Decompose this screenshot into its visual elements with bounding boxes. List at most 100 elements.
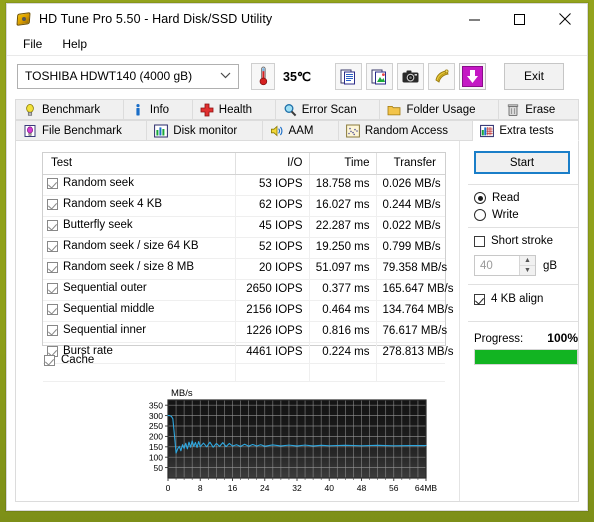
tab-info[interactable]: Info: [123, 99, 193, 120]
menu-help[interactable]: Help: [54, 35, 97, 54]
progress-label: Progress:: [474, 333, 524, 345]
options-button[interactable]: [427, 62, 455, 90]
start-button[interactable]: Start: [474, 151, 570, 174]
maximize-button[interactable]: [497, 5, 542, 34]
table-row[interactable]: Random seek / size 64 KB 52 IOPS 19.250 ms…: [43, 237, 445, 259]
row-time-cell: 51.097 ms: [309, 258, 377, 280]
row-checkbox[interactable]: [47, 324, 58, 336]
tab-error-scan[interactable]: Error Scan: [275, 99, 381, 120]
tab-file-benchmark-label: File Benchmark: [42, 124, 122, 137]
tab-benchmark[interactable]: Benchmark: [15, 99, 124, 120]
table-empty-row: [43, 363, 445, 382]
screenshot-button[interactable]: [396, 62, 424, 90]
row-test-label: Butterfly seek: [63, 218, 133, 231]
close-button[interactable]: [542, 5, 587, 34]
row-checkbox[interactable]: [47, 240, 58, 252]
burst-rate-graph: 50 100 150 200 250 300 350 0 8 16 24 32 40 48 56 64MB MB…: [126, 384, 446, 502]
menu-file[interactable]: File: [15, 35, 52, 54]
panel-right-controls: Start Read Write Short stroke 40 ▲ ▼ gB …: [459, 141, 578, 501]
table-row[interactable]: Random seek / size 8 MB 20 IOPS 51.097 ms 7…: [43, 258, 447, 280]
stepper-arrows[interactable]: ▲ ▼: [519, 256, 535, 275]
align-checkbox[interactable]: 4 KB align: [474, 293, 543, 305]
copy-text-button[interactable]: [334, 62, 362, 90]
row-time-cell: 22.287 ms: [309, 216, 377, 238]
minimize-button[interactable]: [452, 5, 497, 34]
row-checkbox[interactable]: [47, 282, 58, 294]
tab-random-access[interactable]: Random Access: [338, 120, 474, 141]
thermometer-icon: [251, 62, 275, 90]
graph-x-tick-label: 48: [357, 483, 367, 493]
tab-folder-usage[interactable]: Folder Usage: [380, 99, 500, 120]
tab-erase[interactable]: Erase: [499, 99, 579, 120]
short-stroke-label: Short stroke: [491, 235, 553, 247]
table-row[interactable]: Random seek 53 IOPS 18.758 ms 0.026 MB/s: [43, 174, 445, 196]
tab-disk-monitor-label: Disk monitor: [173, 124, 238, 137]
exit-button-label: Exit: [523, 69, 544, 83]
exit-button[interactable]: Exit: [503, 62, 564, 90]
extra-tests-icon: [480, 124, 495, 138]
table-row[interactable]: Sequential inner 1226 IOPS 0.816 ms 76.617 …: [43, 321, 447, 343]
table-row[interactable]: Sequential middle 2156 IOPS 0.464 ms 134.76…: [43, 300, 453, 322]
column-header-test: Test: [43, 153, 236, 175]
graph-y-axis-label: MB/s: [171, 388, 193, 399]
tab-aam[interactable]: AAM: [262, 120, 339, 141]
menu-bar: File Help: [7, 34, 587, 56]
graph-x-tick-label: 0: [166, 483, 171, 493]
tab-disk-monitor[interactable]: Disk monitor: [147, 120, 263, 141]
radio-read-label: Read: [492, 192, 520, 204]
row-time-cell: 18.758 ms: [309, 174, 377, 196]
table-row[interactable]: Sequential outer 2650 IOPS 0.377 ms 165.647…: [43, 279, 453, 301]
table-row[interactable]: Burst rate 4461 IOPS 0.224 ms 278.813 MB/s: [43, 342, 453, 364]
cache-checkbox[interactable]: Cache: [44, 354, 94, 366]
radio-read[interactable]: Read: [474, 192, 520, 204]
graph-x-tick-label: 16: [228, 483, 238, 493]
lightbulb-icon: [23, 103, 37, 117]
row-transfer-cell: 0.244 MB/s: [376, 195, 445, 217]
tab-erase-label: Erase: [525, 103, 556, 116]
bar-chart-icon: [154, 124, 169, 138]
row-transfer-cell: 134.764 MB/s: [376, 300, 453, 322]
stepper-up-icon[interactable]: ▲: [520, 256, 535, 266]
cache-checkbox-box: [44, 354, 55, 366]
copy-text-icon: [340, 69, 355, 84]
tab-health-label: Health: [218, 103, 253, 116]
drive-select[interactable]: TOSHIBA HDWT140 (4000 gB): [17, 63, 239, 89]
download-button[interactable]: [458, 62, 486, 90]
temperature-value: 35℃: [283, 69, 311, 84]
results-table: Test I/O Time Transfer Random seek 53 IOP…: [42, 152, 453, 382]
table-row[interactable]: Random seek 4 KB 62 IOPS 16.027 ms 0.244 MB…: [43, 195, 445, 217]
menu-file-label: File: [23, 37, 43, 51]
graph-x-tick-label: 64MB: [415, 483, 438, 493]
row-checkbox[interactable]: [47, 219, 58, 231]
row-checkbox[interactable]: [47, 261, 58, 273]
tab-file-benchmark[interactable]: File Benchmark: [15, 120, 148, 141]
empty-cell: [235, 363, 310, 382]
tab-aam-label: AAM: [288, 124, 314, 137]
column-header-io: I/O: [235, 153, 310, 175]
tab-health[interactable]: Health: [192, 99, 276, 120]
row-checkbox[interactable]: [47, 198, 58, 210]
short-stroke-stepper[interactable]: 40 ▲ ▼: [474, 255, 536, 276]
row-time-cell: 19.250 ms: [309, 237, 377, 259]
stepper-down-icon[interactable]: ▼: [520, 266, 535, 275]
row-io-cell: 1226 IOPS: [235, 321, 310, 343]
row-checkbox[interactable]: [47, 303, 58, 315]
row-io-cell: 2650 IOPS: [235, 279, 310, 301]
tab-bar: Benchmark Info Health Error Scan Folder …: [7, 96, 587, 141]
row-test-cell: Sequential middle: [43, 300, 236, 322]
row-transfer-cell: 0.026 MB/s: [376, 174, 445, 196]
window-title: HD Tune Pro 5.50 - Hard Disk/SSD Utility: [39, 12, 273, 26]
row-io-cell: 4461 IOPS: [235, 342, 310, 364]
short-stroke-checkbox[interactable]: Short stroke: [474, 235, 553, 247]
row-time-cell: 0.816 ms: [309, 321, 377, 343]
table-row[interactable]: Butterfly seek 45 IOPS 22.287 ms 0.022 MB/s: [43, 216, 445, 238]
graph-x-tick-label: 8: [198, 483, 203, 493]
title-bar: HD Tune Pro 5.50 - Hard Disk/SSD Utility: [7, 4, 587, 34]
column-header-time: Time: [309, 153, 377, 175]
row-transfer-cell: 0.799 MB/s: [376, 237, 445, 259]
radio-write[interactable]: Write: [474, 209, 519, 221]
row-checkbox[interactable]: [47, 177, 58, 189]
tab-extra-tests[interactable]: Extra tests: [473, 120, 580, 141]
copy-image-button[interactable]: [365, 62, 393, 90]
graph-y-tick-label: 350: [149, 400, 163, 410]
